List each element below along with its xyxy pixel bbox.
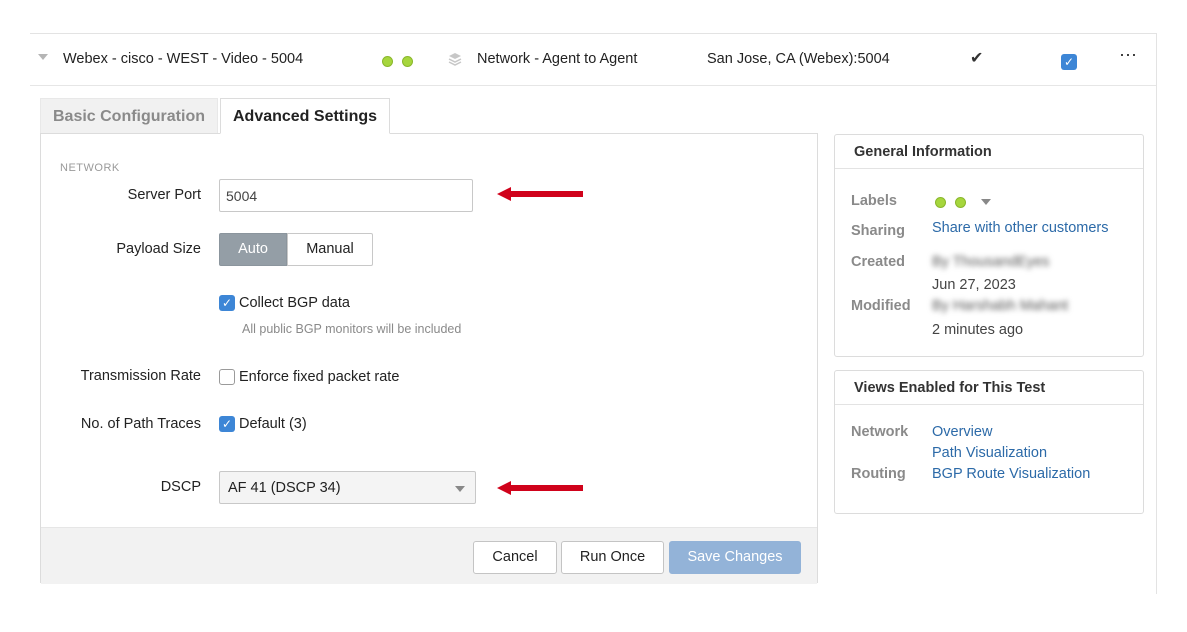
modified-key: Modified: [851, 298, 911, 314]
dscp-label: DSCP: [160, 479, 201, 495]
views-enabled-title: Views Enabled for This Test: [835, 371, 1143, 405]
cancel-button[interactable]: Cancel: [473, 541, 557, 574]
test-name: Webex - cisco - WEST - Video - 5004: [63, 51, 304, 67]
overview-link[interactable]: Overview: [932, 424, 992, 440]
created-date: Jun 27, 2023: [932, 277, 1016, 293]
created-by: By ThousandEyes: [932, 254, 1050, 270]
tab-advanced-settings[interactable]: Advanced Settings: [220, 98, 390, 134]
annotation-arrow-icon: [497, 481, 583, 495]
modified-time: 2 minutes ago: [932, 322, 1024, 338]
fixed-packet-rate-checkbox[interactable]: [219, 369, 235, 385]
row-select-checkbox[interactable]: ✓: [1061, 54, 1077, 70]
collect-bgp-hint: All public BGP monitors will be included: [242, 322, 462, 336]
collapse-caret-icon[interactable]: [38, 54, 48, 60]
path-visualization-link[interactable]: Path Visualization: [932, 445, 1047, 461]
path-traces-default-label: Default (3): [239, 416, 307, 432]
advanced-settings-panel: NETWORK Server Port 5004 Payload Size Au…: [40, 133, 818, 584]
server-port-label: Server Port: [127, 187, 201, 203]
share-link[interactable]: Share with other customers: [932, 220, 1109, 236]
transmission-rate-label: Transmission Rate: [80, 368, 201, 384]
views-enabled-card: Views Enabled for This Test Network Over…: [834, 370, 1144, 514]
test-target: San Jose, CA (Webex):5004: [707, 51, 890, 67]
test-type: Network - Agent to Agent: [477, 51, 638, 67]
status-dot-icon: [402, 56, 413, 67]
form-footer: Cancel Run Once Save Changes: [41, 527, 817, 584]
created-key: Created: [851, 254, 905, 270]
general-information-title: General Information: [835, 135, 1143, 169]
server-port-input[interactable]: 5004: [219, 179, 473, 212]
section-title-network: NETWORK: [60, 162, 120, 174]
dscp-selected-value: AF 41 (DSCP 34): [228, 480, 341, 496]
network-views-key: Network: [851, 424, 909, 440]
enabled-check-icon: ✔: [970, 50, 984, 67]
run-once-button[interactable]: Run Once: [561, 541, 664, 574]
annotation-arrow-icon: [497, 187, 583, 201]
tab-basic-configuration[interactable]: Basic Configuration: [40, 98, 218, 134]
path-traces-label: No. of Path Traces: [80, 416, 201, 432]
collect-bgp-checkbox[interactable]: ✓: [219, 295, 235, 311]
modified-by: By Harshabh Mahant: [932, 298, 1069, 314]
sharing-key: Sharing: [851, 223, 905, 239]
path-traces-checkbox[interactable]: ✓: [219, 416, 235, 432]
layers-icon: [448, 52, 462, 70]
chevron-down-icon: [455, 486, 465, 492]
payload-auto-button[interactable]: Auto: [219, 233, 287, 266]
save-changes-button[interactable]: Save Changes: [669, 541, 801, 574]
payload-manual-button[interactable]: Manual: [287, 233, 373, 266]
more-options-icon[interactable]: ⋯: [1119, 45, 1138, 66]
bgp-route-visualization-link[interactable]: BGP Route Visualization: [932, 466, 1090, 482]
fixed-packet-rate-label: Enforce fixed packet rate: [239, 369, 400, 385]
collect-bgp-label: Collect BGP data: [239, 295, 350, 311]
status-dot-icon: [382, 56, 393, 67]
labels-dropdown-icon[interactable]: [981, 199, 991, 205]
general-information-card: General Information Labels Sharing Share…: [834, 134, 1144, 357]
dscp-select[interactable]: AF 41 (DSCP 34): [219, 471, 476, 504]
labels-key: Labels: [851, 193, 897, 209]
label-dot-icon: [955, 197, 966, 208]
label-dot-icon: [935, 197, 946, 208]
routing-views-key: Routing: [851, 466, 906, 482]
payload-size-label: Payload Size: [116, 241, 201, 257]
test-row[interactable]: Webex - cisco - WEST - Video - 5004 Netw…: [30, 33, 1156, 86]
